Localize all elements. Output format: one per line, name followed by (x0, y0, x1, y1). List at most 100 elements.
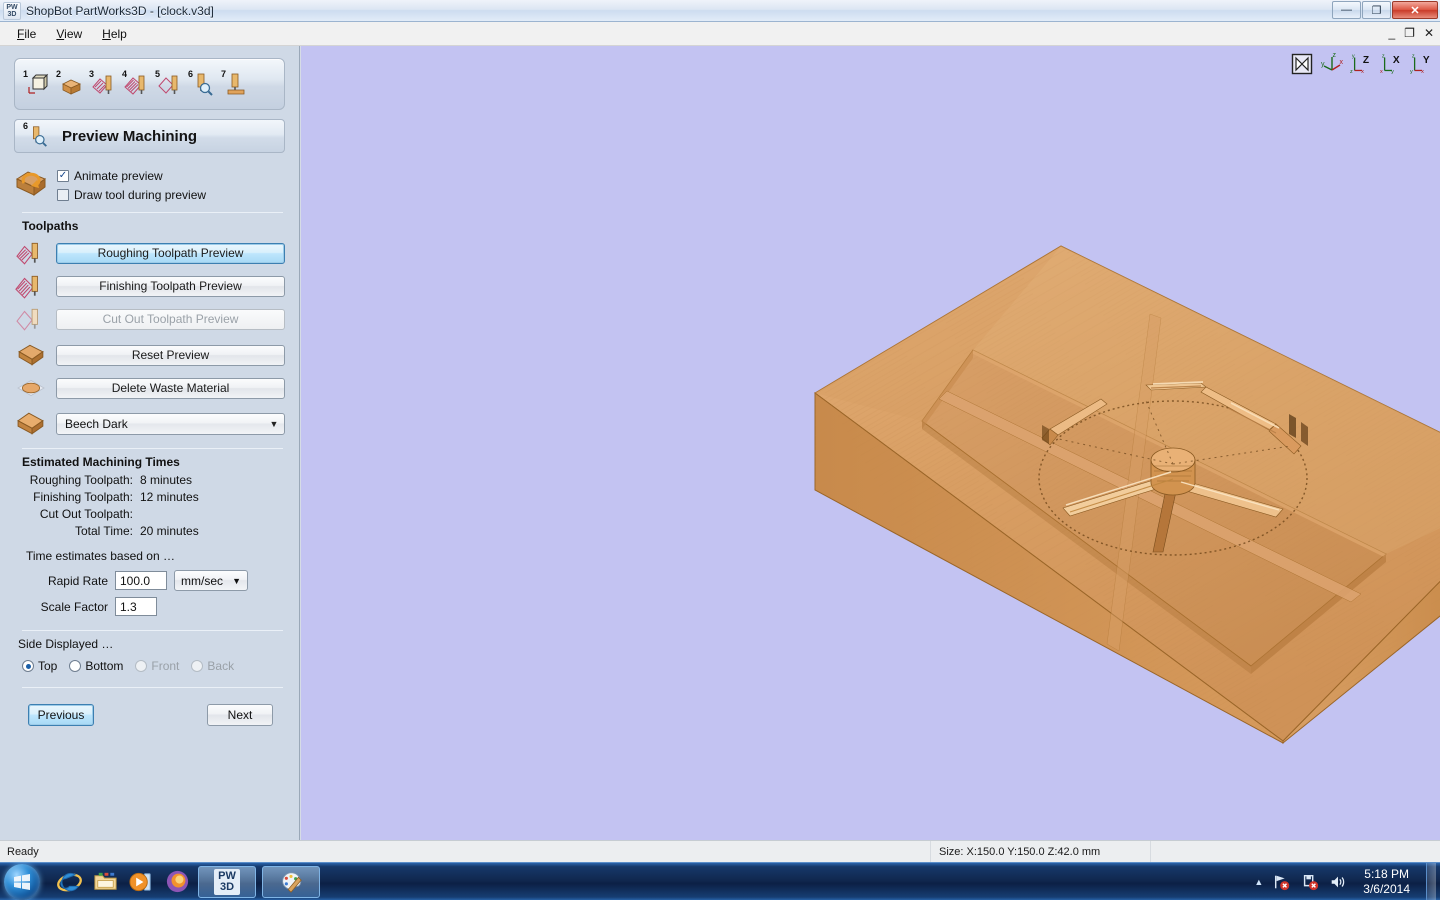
radio-bottom[interactable]: Bottom (69, 659, 123, 673)
svg-text:z: z (1412, 54, 1415, 60)
radio-top[interactable]: Top (22, 659, 57, 673)
radio-front[interactable]: Front (135, 659, 179, 673)
svg-text:x: x (1380, 69, 1383, 75)
estimated-times-table: Roughing Toolpath: 8 minutes Finishing T… (14, 473, 285, 538)
radio-bottom-label: Bottom (85, 659, 124, 673)
firefox-icon[interactable] (162, 867, 192, 897)
system-tray: ▲ 5:18 PM 3/6/2014 (1254, 863, 1440, 900)
windows-explorer-icon[interactable] (90, 867, 120, 897)
view-x-icon[interactable]: z x y X (1380, 52, 1404, 76)
svg-text:y: y (1391, 69, 1394, 75)
panel-title-bar: 6 Preview Machining (14, 119, 285, 153)
estimate-label-cutout: Cut Out Toolpath: (39, 507, 133, 521)
panel-step-number: 6 (23, 121, 29, 131)
delete-waste-material-button[interactable]: Delete Waste Material (56, 377, 285, 399)
estimated-times-title: Estimated Machining Times (22, 455, 180, 469)
step-icon-3[interactable]: 3 (89, 69, 118, 99)
start-button[interactable] (4, 863, 40, 900)
step-icon-7[interactable]: 7 (221, 69, 250, 99)
doc-minimize-button[interactable]: _ (1388, 26, 1395, 40)
import-component-icon (61, 79, 81, 95)
next-button[interactable]: Next (207, 704, 273, 726)
taskbar-time: 5:18 PM (1364, 867, 1409, 881)
doc-restore-button[interactable]: ❐ (1404, 26, 1415, 40)
partworks3d-task-button[interactable]: PW 3D (198, 865, 256, 898)
step-icon-4[interactable]: 4 (122, 69, 151, 99)
menu-item-view[interactable]: View (47, 24, 91, 44)
finishing-toolpath-icon (15, 275, 38, 299)
step-icon-5[interactable]: 5 (155, 69, 184, 99)
roughing-toolpath-icon (91, 75, 111, 94)
draw-tool-checkbox[interactable]: Draw tool during preview (57, 188, 206, 202)
material-select-row: Beech Dark ▼ (14, 410, 285, 438)
paint-task-button[interactable] (262, 865, 320, 898)
menu-help-accel: H (102, 26, 111, 41)
radio-back-dot (191, 660, 204, 672)
status-bar: Ready Size: X:150.0 Y:150.0 Z:42.0 mm (0, 840, 1440, 862)
taskbar-clock[interactable]: 5:18 PM 3/6/2014 (1357, 867, 1416, 897)
application-window: PW 3D ShopBot PartWorks3D - [clock.v3d] … (0, 0, 1440, 900)
view-toolbar: z y x y z x Z z x y X z y x Y (1290, 52, 1434, 76)
scale-factor-input[interactable] (115, 597, 157, 616)
side-displayed-radios: Top Bottom Front Back (14, 659, 285, 673)
media-player-icon[interactable] (126, 867, 156, 897)
previous-button[interactable]: Previous (28, 704, 94, 726)
menu-item-help[interactable]: Help (93, 24, 136, 44)
window-title: ShopBot PartWorks3D - [clock.v3d] (26, 3, 214, 18)
waste-material-icon (17, 379, 45, 397)
step-6-number: 6 (188, 69, 194, 79)
zoom-extents-icon[interactable] (1290, 52, 1314, 76)
paint-palette-icon (282, 871, 302, 893)
app-icon-line2: 3D (7, 10, 17, 18)
cutout-toolpath-row: Cut Out Toolpath Preview (14, 305, 285, 333)
step-icon-6[interactable]: 6 (188, 69, 217, 99)
restore-button[interactable]: ❐ (1362, 1, 1391, 19)
svg-text:x: x (1340, 59, 1344, 66)
save-toolpath-icon (227, 73, 244, 95)
step-icon-1[interactable]: 1 (23, 69, 52, 99)
estimate-value-total: 20 minutes (140, 524, 199, 538)
network-error-icon[interactable] (1273, 873, 1291, 891)
roughing-toolpath-preview-button[interactable]: Roughing Toolpath Preview (56, 242, 285, 264)
radio-back[interactable]: Back (191, 659, 234, 673)
radio-front-label: Front (151, 659, 180, 673)
tray-expand-icon[interactable]: ▲ (1254, 877, 1263, 887)
task-pw-line1: PW (218, 869, 236, 882)
3d-viewport[interactable]: z y x y z x Z z x y X z y x Y (301, 46, 1440, 840)
svg-text:y: y (1352, 54, 1355, 60)
view-z-icon[interactable]: y z x Z (1350, 52, 1374, 76)
view-y-icon[interactable]: z y x Y (1410, 52, 1434, 76)
material-select[interactable]: Beech Dark ▼ (56, 413, 285, 435)
volume-icon[interactable] (1329, 873, 1347, 891)
doc-close-button[interactable]: ✕ (1424, 26, 1434, 40)
task-pw-line2: 3D (219, 880, 235, 893)
reset-preview-row: Reset Preview (14, 341, 285, 369)
app-icon: PW 3D (3, 1, 21, 20)
estimate-row-total: Total Time: 20 minutes (14, 524, 285, 538)
toolpaths-section-title: Toolpaths (22, 219, 79, 233)
rapid-rate-unit-select[interactable]: mm/sec ▼ (174, 570, 248, 591)
isometric-view-icon[interactable]: z y x (1320, 52, 1344, 76)
close-button[interactable]: ✕ (1392, 1, 1438, 19)
cutout-toolpath-preview-button[interactable]: Cut Out Toolpath Preview (56, 308, 285, 330)
document-window-controls: _ ❐ ✕ (1388, 26, 1434, 40)
window-titlebar: PW 3D ShopBot PartWorks3D - [clock.v3d] … (0, 0, 1440, 22)
estimate-note: Time estimates based on … (26, 549, 175, 563)
reset-preview-button[interactable]: Reset Preview (56, 344, 285, 366)
step-4-number: 4 (122, 69, 128, 79)
minimize-button[interactable]: — (1332, 1, 1361, 19)
estimate-value-finishing: 12 minutes (140, 490, 199, 504)
finishing-toolpath-preview-button[interactable]: Finishing Toolpath Preview (56, 275, 285, 297)
menu-file-rest: ile (24, 26, 37, 41)
show-desktop-button[interactable] (1426, 863, 1436, 900)
internet-explorer-icon[interactable] (54, 867, 84, 897)
scale-factor-row: Scale Factor (14, 597, 285, 616)
action-center-icon[interactable] (1301, 873, 1319, 891)
rapid-rate-input[interactable] (115, 571, 167, 590)
menu-item-file[interactable]: File (8, 24, 45, 44)
animate-preview-checkbox[interactable]: ✓ Animate preview (57, 169, 206, 183)
animate-preview-icon (15, 171, 47, 196)
rapid-rate-row: Rapid Rate mm/sec ▼ (14, 570, 285, 591)
step-icon-2[interactable]: 2 (56, 69, 85, 99)
svg-text:z: z (1382, 54, 1385, 60)
